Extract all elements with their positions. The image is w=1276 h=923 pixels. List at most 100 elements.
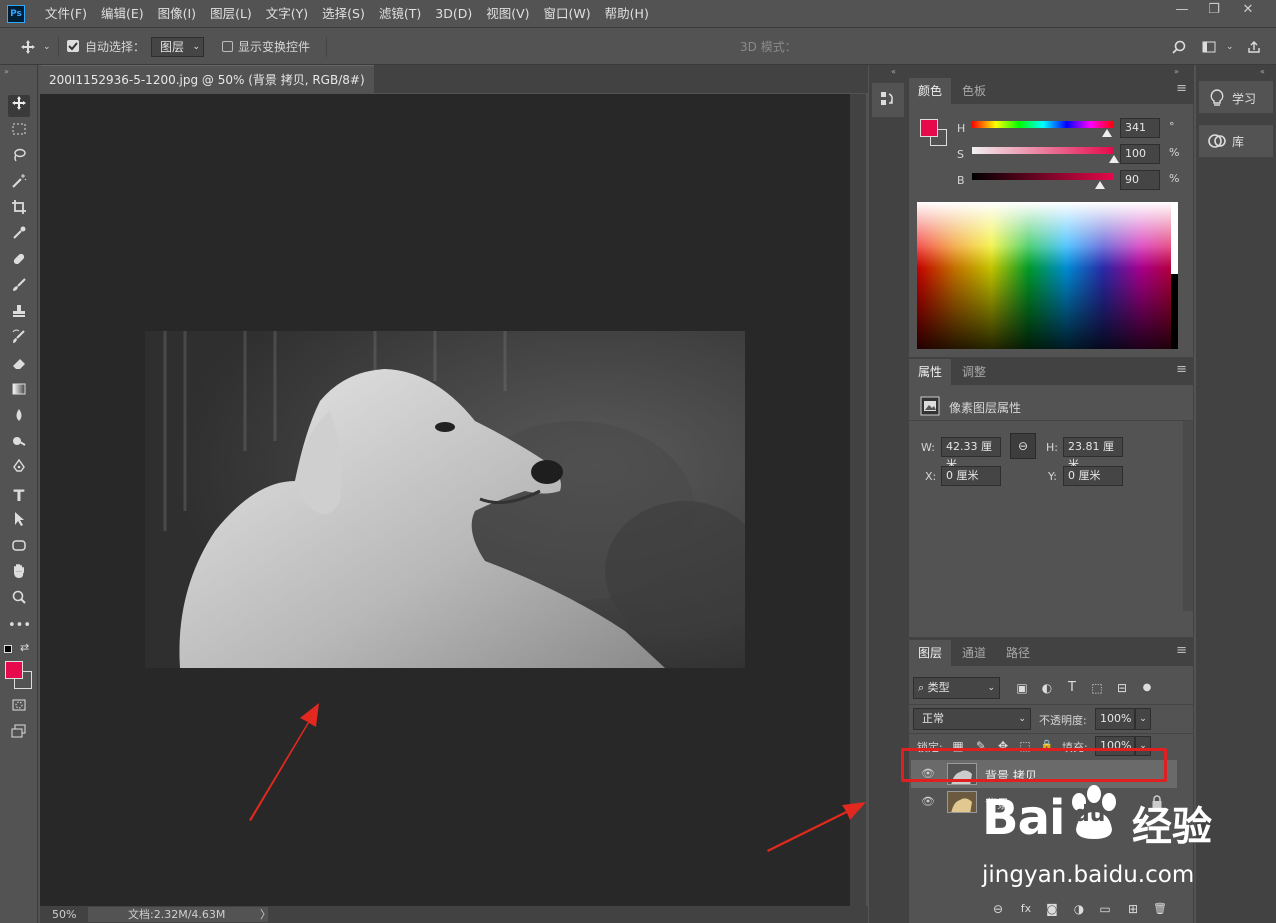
zoom-level[interactable]: 50% (52, 906, 76, 923)
menu-item-2[interactable]: 图像(I) (151, 0, 203, 28)
delete-layer-icon[interactable]: 🗑 (1153, 902, 1167, 916)
hand-tool[interactable] (8, 563, 30, 585)
healing-brush-tool[interactable] (8, 251, 30, 273)
new-group-icon[interactable]: ▭ (1098, 902, 1112, 916)
width-field[interactable]: 42.33 厘米 (941, 437, 1001, 471)
document-tab[interactable]: 200I1152936-5-1200.jpg @ 50% (背景 拷贝, RGB… (41, 65, 374, 115)
lasso-tool[interactable] (8, 147, 30, 169)
layer-style-icon[interactable]: fx (1019, 902, 1033, 916)
brightness-slider[interactable] (972, 173, 1114, 180)
add-mask-icon[interactable]: ◙ (1045, 902, 1059, 916)
layers-panel-menu-icon[interactable]: ≡ (1176, 643, 1187, 658)
menu-item-6[interactable]: 滤镜(T) (372, 0, 428, 28)
menu-item-9[interactable]: 窗口(W) (537, 0, 598, 28)
properties-panel-menu-icon[interactable]: ≡ (1176, 362, 1187, 377)
brightness-field[interactable]: 90 (1120, 170, 1160, 190)
menu-item-1[interactable]: 编辑(E) (94, 0, 151, 28)
layer-filter-dropdown[interactable]: ⌕ 类型 ⌄ (913, 677, 1000, 699)
tab-swatches[interactable]: 色板 (953, 78, 995, 104)
show-transform-checkbox[interactable] (222, 41, 233, 52)
properties-scrollbar[interactable] (1183, 421, 1193, 611)
color-spectrum[interactable] (917, 202, 1178, 349)
close-window-button[interactable]: ✕ (1232, 0, 1264, 22)
adjustment-layer-icon[interactable]: ◑ (1072, 902, 1086, 916)
eyedropper-tool[interactable] (8, 225, 30, 247)
zoom-tool[interactable] (8, 589, 30, 611)
tab-layers[interactable]: 图层 (909, 640, 952, 666)
blend-mode-dropdown[interactable]: 正常 ⌄ (913, 708, 1031, 730)
menu-item-7[interactable]: 3D(D) (428, 0, 479, 28)
swap-colors-icon[interactable]: ⇄ (20, 641, 29, 654)
saturation-slider-thumb[interactable] (1109, 155, 1119, 163)
move-tool-icon[interactable] (20, 39, 36, 55)
workspace-icon[interactable] (1202, 40, 1216, 54)
vertical-scrollbar[interactable] (850, 94, 866, 906)
spectrum-white-swatch[interactable] (1171, 202, 1178, 274)
eraser-tool[interactable] (8, 355, 30, 377)
saturation-field[interactable]: 100 (1120, 144, 1160, 164)
brightness-slider-thumb[interactable] (1094, 181, 1105, 189)
color-panel-menu-icon[interactable]: ≡ (1176, 81, 1187, 96)
filter-adjustment-icon[interactable]: ◐ (1040, 681, 1054, 695)
collapse-toolbar-icon[interactable]: » (4, 67, 9, 76)
tab-color[interactable]: 颜色 (909, 78, 952, 104)
menu-item-3[interactable]: 图层(L) (203, 0, 259, 28)
hue-slider[interactable] (972, 121, 1114, 128)
panel-foreground-swatch[interactable] (920, 119, 938, 137)
x-field[interactable]: 0 厘米 (941, 466, 1001, 486)
tab-paths[interactable]: 路径 (997, 640, 1039, 666)
spectrum-black-swatch[interactable] (1171, 274, 1178, 349)
y-field[interactable]: 0 厘米 (1063, 466, 1123, 486)
auto-select-checkbox[interactable] (67, 40, 79, 52)
menu-item-4[interactable]: 文字(Y) (259, 0, 315, 28)
filter-type-icon[interactable]: T (1065, 681, 1079, 695)
restore-button[interactable]: ❐ (1198, 0, 1230, 22)
opacity-chevron-icon[interactable]: ⌄ (1135, 708, 1151, 730)
new-layer-icon[interactable]: ⊞ (1126, 902, 1140, 916)
quick-mask-button[interactable] (8, 697, 30, 719)
foreground-color-swatch[interactable] (5, 661, 23, 679)
link-layers-icon[interactable]: ⊖ (991, 902, 1005, 916)
tab-channels[interactable]: 通道 (953, 640, 995, 666)
more-tools[interactable]: ••• (8, 615, 31, 637)
move-tool[interactable] (8, 95, 30, 117)
canvas-area[interactable] (40, 94, 850, 906)
blur-tool[interactable] (8, 407, 30, 429)
collapse-dock-icon[interactable]: « (891, 67, 896, 76)
tab-adjustments[interactable]: 调整 (953, 359, 995, 385)
menu-item-5[interactable]: 选择(S) (315, 0, 372, 28)
tab-properties[interactable]: 属性 (909, 359, 952, 385)
share-icon[interactable] (1247, 40, 1261, 54)
magic-wand-tool[interactable] (8, 173, 30, 195)
gradient-tool[interactable] (8, 381, 30, 403)
brush-tool[interactable] (8, 277, 30, 299)
stamp-tool[interactable] (8, 303, 30, 325)
marquee-tool[interactable] (8, 121, 30, 143)
auto-select-target-dropdown[interactable]: 图层 ⌄ (151, 37, 204, 57)
opacity-field[interactable]: 100% (1095, 708, 1135, 730)
hue-slider-thumb[interactable] (1101, 129, 1112, 137)
saturation-slider[interactable] (972, 147, 1114, 154)
pen-tool[interactable] (8, 458, 30, 481)
dog-photo[interactable] (145, 331, 745, 668)
dodge-tool[interactable] (8, 433, 30, 455)
learn-button[interactable]: 学习 (1199, 81, 1273, 113)
filter-pixel-icon[interactable]: ▣ (1015, 681, 1029, 695)
path-selection-tool[interactable] (8, 511, 30, 533)
link-dimensions-icon[interactable]: ⊖ (1010, 433, 1036, 459)
history-panel-icon[interactable] (880, 91, 896, 109)
visibility-eye-icon[interactable]: 👁 (921, 795, 935, 809)
minimize-button[interactable]: — (1166, 0, 1198, 22)
search-icon[interactable] (1172, 40, 1186, 54)
crop-tool[interactable] (8, 199, 30, 221)
status-menu-icon[interactable]: 〉 (260, 906, 271, 923)
collapse-learn-icon[interactable]: « (1260, 67, 1265, 76)
height-field[interactable]: 23.81 厘米 (1063, 437, 1123, 471)
filter-shape-icon[interactable]: ⬚ (1090, 681, 1104, 695)
hue-field[interactable]: 341 (1120, 118, 1160, 138)
type-tool[interactable]: T (8, 485, 30, 507)
filter-smart-object-icon[interactable]: ⊟ (1115, 681, 1129, 695)
menu-item-10[interactable]: 帮助(H) (598, 0, 656, 28)
history-brush-tool[interactable] (8, 329, 30, 351)
filter-toggle-icon[interactable]: ● (1140, 681, 1154, 695)
